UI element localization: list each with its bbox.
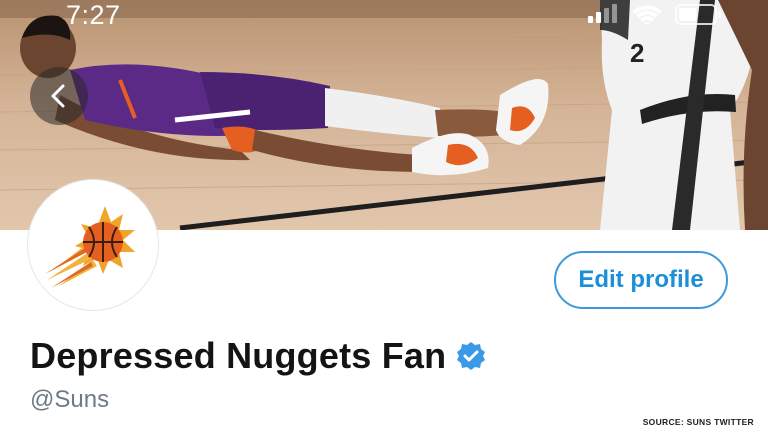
signal-icon — [588, 4, 617, 23]
profile-name-row: Depressed Nuggets Fan — [30, 335, 486, 377]
battery-icon — [675, 4, 721, 25]
suns-logo — [45, 206, 135, 288]
profile-handle: @Suns — [30, 386, 110, 413]
wifi-icon — [632, 5, 662, 25]
chevron-left-icon — [51, 84, 65, 108]
status-bar-icons — [588, 2, 728, 33]
profile-avatar[interactable] — [28, 180, 158, 310]
edit-profile-button[interactable]: Edit profile — [554, 251, 728, 309]
status-bar-time: 7:27 — [66, 0, 121, 30]
display-name: Depressed Nuggets Fan — [30, 335, 447, 376]
source-credit: SOURCE: SUNS TWITTER — [642, 417, 754, 427]
verified-badge-icon — [456, 341, 486, 371]
back-button[interactable] — [30, 67, 88, 125]
jersey-number: 2 — [630, 38, 644, 68]
